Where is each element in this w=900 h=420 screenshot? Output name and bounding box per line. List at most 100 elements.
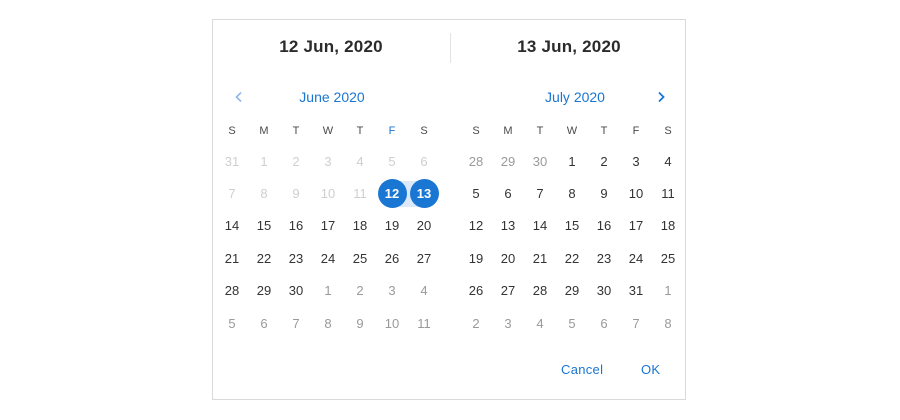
day-cell[interactable]: 31 — [620, 276, 652, 306]
day-cell[interactable]: 15 — [556, 211, 588, 241]
day-cell[interactable]: 5 — [556, 308, 588, 338]
day-cell[interactable]: 27 — [408, 243, 440, 273]
day-cell[interactable]: 23 — [280, 243, 312, 273]
day-cell[interactable]: 11 — [408, 308, 440, 338]
day-cell[interactable]: 17 — [312, 211, 344, 241]
day-cell[interactable]: 28 — [524, 276, 556, 306]
weekday-label: S — [228, 124, 236, 137]
day-cell[interactable]: 7 — [280, 308, 312, 338]
day-cell[interactable]: 1 — [312, 276, 344, 306]
weekday-label: S — [472, 124, 480, 137]
day-cell[interactable]: 2 — [460, 308, 492, 338]
week-row: 28 29 30 1 2 3 4 — [216, 275, 440, 307]
week-row: 31 1 2 3 4 5 6 — [216, 145, 440, 177]
day-cell[interactable]: 20 — [408, 211, 440, 241]
day-cell[interactable]: 14 — [216, 211, 248, 241]
weekday-label: T — [536, 124, 544, 137]
day-cell[interactable]: 23 — [588, 243, 620, 273]
day-cell[interactable]: 25 — [344, 243, 376, 273]
day-cell[interactable]: 30 — [280, 276, 312, 306]
day-cell[interactable]: 7 — [620, 308, 652, 338]
day-cell[interactable]: 27 — [492, 276, 524, 306]
day-cell[interactable]: 25 — [652, 243, 684, 273]
day-cell: 1 — [260, 153, 268, 169]
day-cell[interactable]: 3 — [620, 146, 652, 176]
selected-day-circle: 12 — [377, 179, 407, 209]
week-row: 2345678 — [460, 307, 684, 339]
day-cell[interactable]: 8 — [556, 179, 588, 209]
day-cell[interactable]: 2 — [588, 146, 620, 176]
date-range-picker: 12 Jun, 2020 13 Jun, 2020 June 2020 July… — [212, 19, 686, 400]
day-cell: 10 — [320, 186, 336, 202]
day-cell: 4 — [356, 153, 364, 169]
chevron-right-icon — [658, 91, 665, 103]
week-row: 28 29 30 1 2 3 4 — [460, 145, 684, 177]
day-cell: 3 — [324, 153, 332, 169]
day-cell[interactable]: 24 — [312, 243, 344, 273]
day-cell[interactable]: 19 — [460, 243, 492, 273]
day-cell[interactable]: 28 — [216, 276, 248, 306]
day-cell[interactable]: 7 — [524, 179, 556, 209]
july-calendar-grid: S M T W T F S 28 29 30 1 2 3 4 5 6 7 8 9 10 11 12 13 14 15 16 17 18… — [460, 116, 684, 339]
week-row: 7 8 9 10 11 12 13 — [216, 177, 440, 209]
day-cell[interactable]: 2 — [344, 276, 376, 306]
day-cell[interactable]: 18 — [652, 211, 684, 241]
day-cell[interactable]: 6 — [492, 179, 524, 209]
week-row: 12 13 14 15 16 17 18 — [460, 210, 684, 242]
day-cell[interactable]: 29 — [556, 276, 588, 306]
day-cell[interactable]: 16 — [588, 211, 620, 241]
day-cell[interactable]: 3 — [376, 276, 408, 306]
day-cell[interactable]: 4 — [408, 276, 440, 306]
weekday-label: F — [388, 124, 396, 137]
day-cell[interactable]: 12 — [460, 211, 492, 241]
day-cell[interactable]: 29 — [248, 276, 280, 306]
week-row: 26 27 28 29 30 31 1 — [460, 275, 684, 307]
day-cell[interactable]: 1 — [652, 276, 684, 306]
day-cell[interactable]: 9 — [588, 179, 620, 209]
day-cell[interactable]: 4 — [524, 308, 556, 338]
day-cell[interactable]: 5 — [216, 308, 248, 338]
next-month-button[interactable] — [650, 86, 672, 108]
day-cell[interactable]: 26 — [376, 243, 408, 273]
day-cell[interactable]: 19 — [376, 211, 408, 241]
day-cell[interactable]: 1 — [556, 146, 588, 176]
day-cell[interactable]: 22 — [556, 243, 588, 273]
day-cell[interactable]: 18 — [344, 211, 376, 241]
day-cell[interactable]: 21 — [216, 243, 248, 273]
day-cell[interactable]: 14 — [524, 211, 556, 241]
ok-button[interactable]: OK — [641, 362, 660, 377]
day-cell[interactable]: 10 — [620, 179, 652, 209]
selected-day[interactable]: 13 — [406, 179, 440, 209]
day-cell[interactable]: 6 — [248, 308, 280, 338]
day-cell[interactable]: 17 — [620, 211, 652, 241]
day-cell[interactable]: 13 — [492, 211, 524, 241]
week-row: 14 15 16 17 18 19 20 — [216, 210, 440, 242]
day-cell[interactable]: 15 — [248, 211, 280, 241]
day-cell[interactable]: 8 — [312, 308, 344, 338]
end-date-display[interactable]: 13 Jun, 2020 — [451, 37, 687, 57]
day-cell[interactable]: 5 — [460, 179, 492, 209]
day-cell[interactable]: 30 — [588, 276, 620, 306]
day-cell[interactable]: 30 — [524, 146, 556, 176]
day-cell[interactable]: 8 — [652, 308, 684, 338]
day-cell[interactable]: 6 — [588, 308, 620, 338]
day-cell[interactable]: 26 — [460, 276, 492, 306]
day-cell[interactable]: 9 — [344, 308, 376, 338]
day-cell: 2 — [292, 153, 300, 169]
start-date-display[interactable]: 12 Jun, 2020 — [213, 37, 449, 57]
day-cell[interactable]: 22 — [248, 243, 280, 273]
day-cell[interactable]: 29 — [492, 146, 524, 176]
day-cell[interactable]: 24 — [620, 243, 652, 273]
selected-day[interactable]: 12 — [376, 179, 410, 209]
cancel-button[interactable]: Cancel — [561, 362, 603, 377]
weekday-label: T — [356, 124, 364, 137]
day-cell: 6 — [420, 153, 428, 169]
day-cell[interactable]: 11 — [652, 179, 684, 209]
day-cell[interactable]: 16 — [280, 211, 312, 241]
day-cell[interactable]: 28 — [460, 146, 492, 176]
day-cell[interactable]: 4 — [652, 146, 684, 176]
day-cell[interactable]: 10 — [376, 308, 408, 338]
day-cell[interactable]: 20 — [492, 243, 524, 273]
day-cell[interactable]: 3 — [492, 308, 524, 338]
day-cell[interactable]: 21 — [524, 243, 556, 273]
